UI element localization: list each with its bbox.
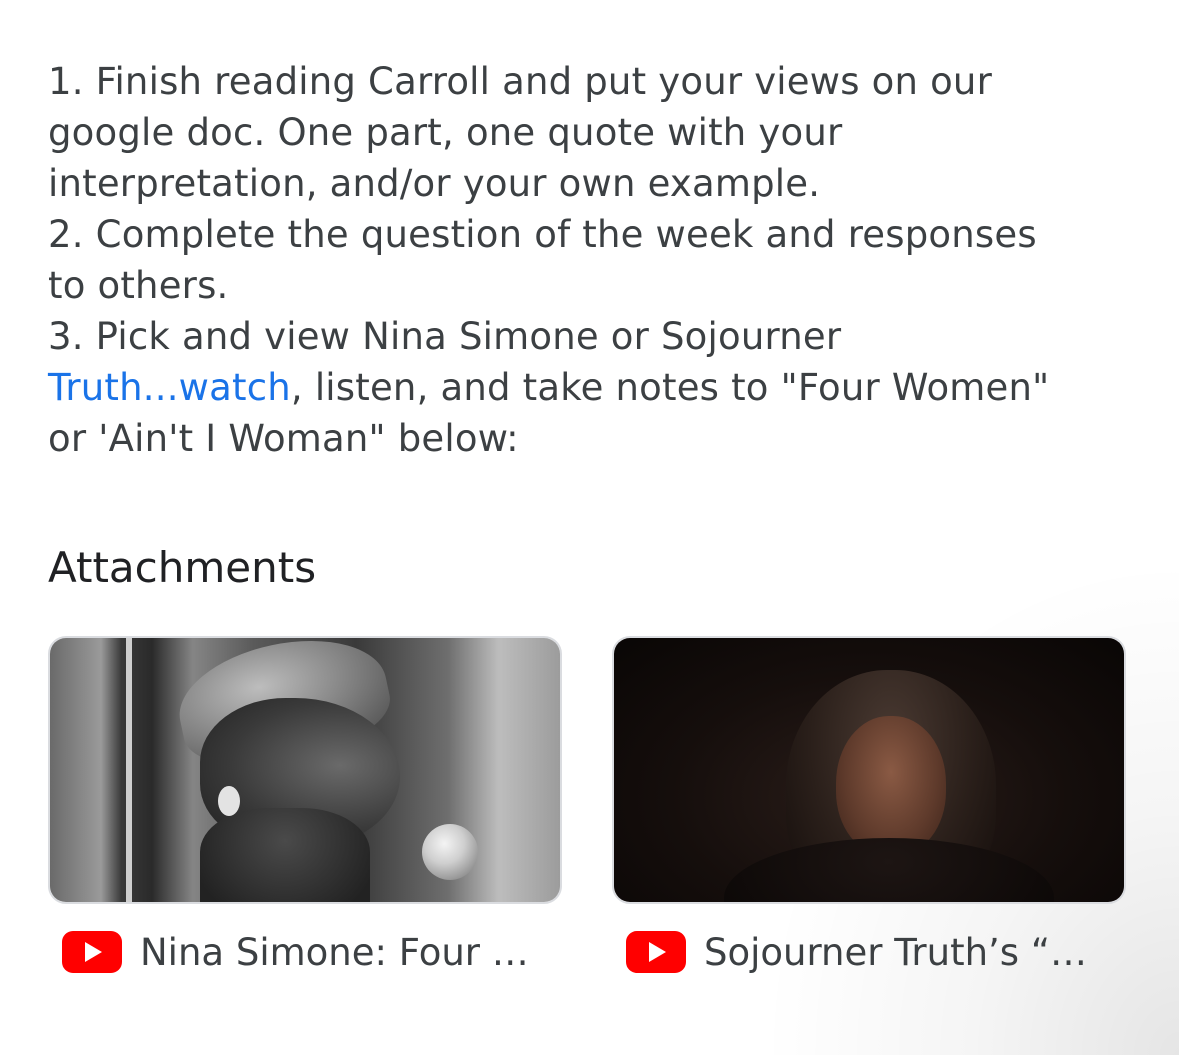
video-thumbnail-image <box>614 638 1124 902</box>
instruction-line-2: google doc. One part, one quote with you… <box>48 111 843 154</box>
instruction-line-1: 1. Finish reading Carroll and put your v… <box>48 60 992 103</box>
attachment-title: Nina Simone: Four … <box>140 930 529 974</box>
attachment-thumbnail-sojourner-truth[interactable] <box>612 636 1126 904</box>
attachment-title: Sojourner Truth’s “… <box>704 930 1087 974</box>
instruction-line-5: to others. <box>48 264 229 307</box>
attachment-thumbnail-nina-simone[interactable] <box>48 636 562 904</box>
youtube-icon <box>62 931 122 973</box>
instruction-line-7-rest: , listen, and take notes to "Four Women" <box>290 366 1050 409</box>
video-thumbnail-image <box>50 638 560 902</box>
instruction-line-8: or 'Ain't I Woman" below: <box>48 417 519 460</box>
instruction-line-6: 3. Pick and view Nina Simone or Sojourne… <box>48 315 842 358</box>
attachment-link-sojourner-truth[interactable]: Sojourner Truth’s “… <box>626 928 1116 976</box>
instruction-line-7: Truth...watch, listen, and take notes to… <box>48 362 1138 413</box>
instruction-line-4: 2. Complete the question of the week and… <box>48 213 1037 256</box>
attachments-heading: Attachments <box>48 543 317 592</box>
assignment-instructions: 1. Finish reading Carroll and put your v… <box>48 56 1138 464</box>
attachment-link-nina-simone[interactable]: Nina Simone: Four … <box>62 928 552 976</box>
truth-watch-link[interactable]: Truth...watch <box>48 366 291 409</box>
youtube-icon <box>626 931 686 973</box>
instruction-line-3: interpretation, and/or your own example. <box>48 162 821 205</box>
